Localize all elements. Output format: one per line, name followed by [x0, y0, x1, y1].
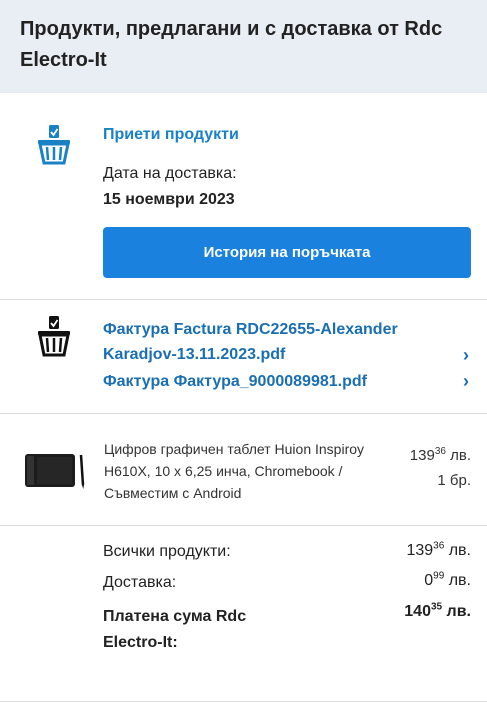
basket-document-icon: [38, 316, 70, 357]
paid-currency: лв.: [446, 603, 471, 620]
order-history-button[interactable]: История на поръчката: [103, 227, 471, 278]
chevron-right-icon[interactable]: ›: [463, 371, 469, 392]
paid-amount-label: Платена сума Rdc Electro-It:: [103, 608, 247, 651]
product-price: 13936 лв.: [409, 446, 471, 465]
paid-amount-value: 14035 лв.: [404, 601, 471, 621]
chevron-right-icon[interactable]: ›: [463, 345, 469, 366]
all-currency: лв.: [448, 542, 471, 559]
delivery-main: 0: [424, 572, 434, 589]
delivery-date-value: 15 ноември 2023: [103, 191, 235, 208]
product-name[interactable]: Цифров графичен таблет Huion Inspiroy H6…: [104, 438, 374, 504]
page-title: Продукти, предлагани и с доставка от Rdc…: [20, 18, 443, 71]
price-main: 139: [409, 447, 435, 464]
delivery-value: 099 лв.: [424, 570, 471, 590]
all-main: 139: [406, 542, 434, 559]
price-cents: 36: [434, 446, 446, 457]
paid-cents: 35: [430, 601, 443, 613]
delivery-cents: 99: [433, 570, 445, 582]
all-products-value: 13936 лв.: [406, 540, 471, 560]
invoice-link-2[interactable]: Фактура Фактура_9000089981.pdf: [103, 369, 367, 394]
accepted-products-title: Приети продукти: [103, 126, 239, 143]
product-image[interactable]: [24, 451, 86, 491]
delivery-date-label: Дата на доставка:: [103, 165, 237, 182]
product-quantity: 1 бр.: [437, 472, 471, 489]
all-products-label: Всички продукти:: [103, 543, 231, 560]
delivery-label: Доставка:: [103, 574, 177, 591]
basket-check-icon: [38, 125, 70, 165]
header: Продукти, предлагани и с доставка от Rdc…: [0, 0, 487, 93]
price-currency: лв.: [450, 447, 471, 464]
delivery-currency: лв.: [448, 572, 471, 589]
paid-main: 140: [404, 603, 431, 620]
all-cents: 36: [433, 540, 445, 552]
invoice-link-1[interactable]: Фактура Factura RDC22655-Alexander Karad…: [103, 317, 453, 367]
